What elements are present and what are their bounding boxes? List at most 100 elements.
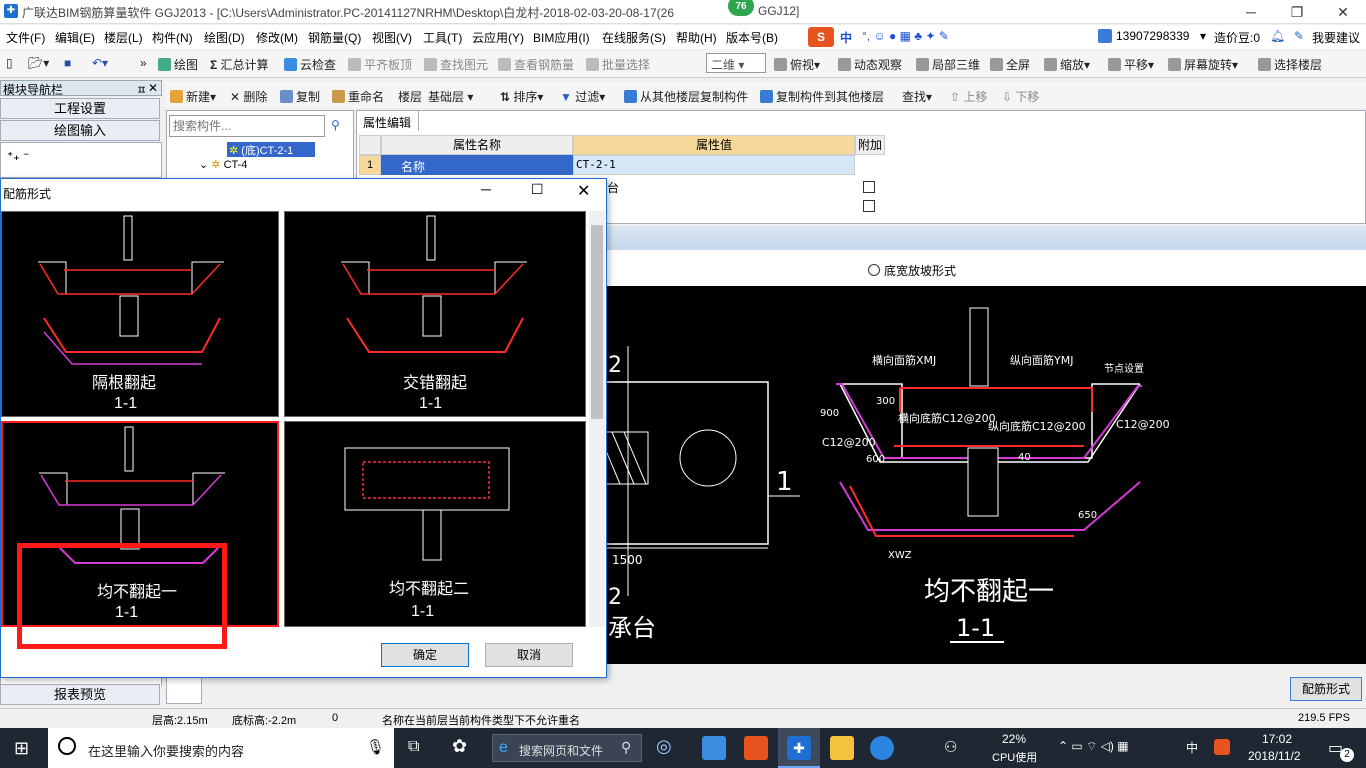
user-phone[interactable]: 13907298339 [1116,29,1189,43]
note-icon[interactable] [830,736,854,760]
nav-report-preview[interactable]: 报表预览 [0,684,160,705]
cad-drawing-area[interactable]: 2 1 1500 2 承台 横向面筋XMJ 纵向面筋YMJ 横向底筋C12@20… [603,286,1366,664]
option-no-bent-two[interactable]: 均不翻起二 1-1 [284,421,586,627]
row-value-cell[interactable]: CT-2-1 [573,155,855,175]
extra-checkbox-1[interactable] [863,181,875,193]
tool-rotate[interactable]: 屏幕旋转▾ [1168,56,1238,73]
taskbar-search-box[interactable]: 在这里输入你要搜索的内容 🎙︎ [48,728,394,768]
tb2-floor-select[interactable]: 基础层 ▾ [428,88,473,105]
tool-batch-select[interactable]: 批量选择 [586,56,650,73]
tb2-filter[interactable]: ▼ 过滤▾ [560,88,605,105]
pdf-icon[interactable] [744,736,768,760]
menu-help[interactable]: 帮助(H) [676,29,717,46]
menu-cloud[interactable]: 云应用(Y) [472,29,524,46]
menu-rebar[interactable]: 钢筋量(Q) [308,29,361,46]
browser-search-box[interactable]: e 搜索网页和文件 ⚲ [492,734,642,762]
menu-draw[interactable]: 绘图(D) [204,29,245,46]
bell-icon[interactable]: 🔔︎ [1270,29,1285,43]
label-node-setting[interactable]: 节点设置 [1104,363,1144,375]
user-icon[interactable] [1098,29,1112,43]
tree-item[interactable]: ⌄ ✲ CT-4 [199,158,247,171]
tb2-copy-from-floor[interactable]: 从其他楼层复制构件 [624,88,748,105]
expand-all-icon[interactable]: ⁺₊ ⁻ [7,149,29,163]
scrollbar-thumb[interactable] [591,225,603,419]
suggest-link[interactable]: 我要建议 [1312,29,1360,46]
rebar-form-button[interactable]: 配筋形式 [1290,677,1362,701]
view-mode-select[interactable]: 二维 ▾ [706,53,766,73]
menu-edit[interactable]: 编辑(E) [55,29,95,46]
radio-slope-form[interactable] [868,264,880,276]
tree-selected-item[interactable]: ✲ (底)CT-2-1 [227,142,315,157]
dialog-maximize-icon[interactable]: ☐ [531,181,544,198]
tool-view-rebar[interactable]: 查看钢筋量 [498,56,574,73]
open-folder-icon[interactable]: 📂︎▾ [28,56,49,70]
task-view-icon[interactable]: ⧉ [408,738,419,756]
suggest-icon[interactable]: ✎ [1294,29,1304,43]
menu-modify[interactable]: 修改(M) [256,29,298,46]
tb2-copy-to-floor[interactable]: 复制构件到其他楼层 [760,88,884,105]
close-icon[interactable]: ✕ [1320,0,1366,24]
tool-orbit[interactable]: 动态观察 [838,56,902,73]
tool-top-view[interactable]: 俯视▾ [774,56,820,73]
tool-fullscreen[interactable]: 全屏 [990,56,1030,73]
row-name-cell[interactable]: 名称 [381,155,573,175]
cost-beans[interactable]: 造价豆:0 [1214,29,1260,46]
tb2-rename[interactable]: 重命名 [332,88,384,105]
extra-checkbox-2[interactable] [863,200,875,212]
maximize-icon[interactable]: ❐ [1274,0,1320,24]
tray-sogou-icon[interactable] [1214,739,1230,755]
ok-button[interactable]: 确定 [381,643,469,667]
save-icon[interactable]: ■ [64,56,71,70]
menu-tools[interactable]: 工具(T) [423,29,462,46]
menu-floor[interactable]: 楼层(L) [104,29,143,46]
menu-component[interactable]: 构件(N) [152,29,193,46]
tool-zoom[interactable]: 缩放▾ [1044,56,1090,73]
tool-draw[interactable]: 绘图 [158,56,198,73]
tb2-move-up[interactable]: ⇧ 上移 [950,88,987,105]
cancel-button[interactable]: 取消 [485,643,573,667]
tool-summary[interactable]: Σ 汇总计算 [210,56,269,73]
tb2-new[interactable]: 新建▾ [170,88,216,105]
mic-icon[interactable]: 🎙︎ [366,738,385,756]
row2-value[interactable]: 台 [607,179,619,196]
menu-file[interactable]: 文件(F) [6,29,45,46]
menu-version[interactable]: 版本号(B) [726,29,778,46]
ime-lang[interactable]: 中 [840,29,852,46]
minimize-icon[interactable]: ─ [1228,0,1274,24]
dropdown-icon[interactable]: ▾ [1200,29,1206,43]
app-icon-2[interactable] [702,736,726,760]
nav-project-settings[interactable]: 工程设置 [0,98,160,119]
option-staggered-bent[interactable]: 交错翻起 1-1 [284,211,586,417]
app-icon-g[interactable] [870,736,894,760]
tool-local-3d[interactable]: 局部三维 [916,56,980,73]
new-file-icon[interactable]: ▯ [6,56,13,70]
tb2-delete[interactable]: ✕ 删除 [230,88,267,105]
tool-pan[interactable]: 平移▾ [1108,56,1154,73]
dialog-scrollbar[interactable] [589,211,605,627]
glodon-task[interactable]: ✚ [778,728,820,768]
dialog-close-icon[interactable]: ✕ [577,181,590,201]
pin-icon[interactable]: ㅍ [136,81,147,98]
more-icon[interactable]: » [140,56,147,70]
nav-draw-input[interactable]: 绘图输入 [0,120,160,141]
tab-property-edit[interactable]: 属性编辑 [357,111,419,131]
sogou-ime-icon[interactable]: S [808,27,834,47]
menu-bim[interactable]: BIM应用(I) [533,29,590,46]
dialog-minimize-icon[interactable]: ─ [481,181,491,197]
undo-icon[interactable]: ↶▾ [92,56,108,70]
tb2-find[interactable]: 查找▾ [902,88,932,105]
clock-date[interactable]: 2018/11/2 [1248,749,1301,763]
tool-find[interactable]: 查找图元 [424,56,488,73]
menu-view[interactable]: 视图(V) [372,29,412,46]
menu-online[interactable]: 在线服务(S) [602,29,666,46]
tb2-copy[interactable]: 复制 [280,88,320,105]
windows-start-icon[interactable]: ⊞ [14,738,29,759]
app-icon-1[interactable]: ◎ [656,736,672,757]
option-alternate-bent[interactable]: 隔根翻起 1-1 [1,211,279,417]
tray-chevron-icon[interactable]: ⌃ ▭ ⌔ ◁) ▦ [1058,739,1129,754]
tool-flush-slab[interactable]: 平齐板顶 [348,56,412,73]
tb2-sort[interactable]: ⇅ 排序▾ [500,88,543,105]
tray-lang[interactable]: 中 [1186,739,1198,756]
pinwheel-icon[interactable]: ✿ [452,736,467,757]
search-component-input[interactable] [169,115,325,137]
